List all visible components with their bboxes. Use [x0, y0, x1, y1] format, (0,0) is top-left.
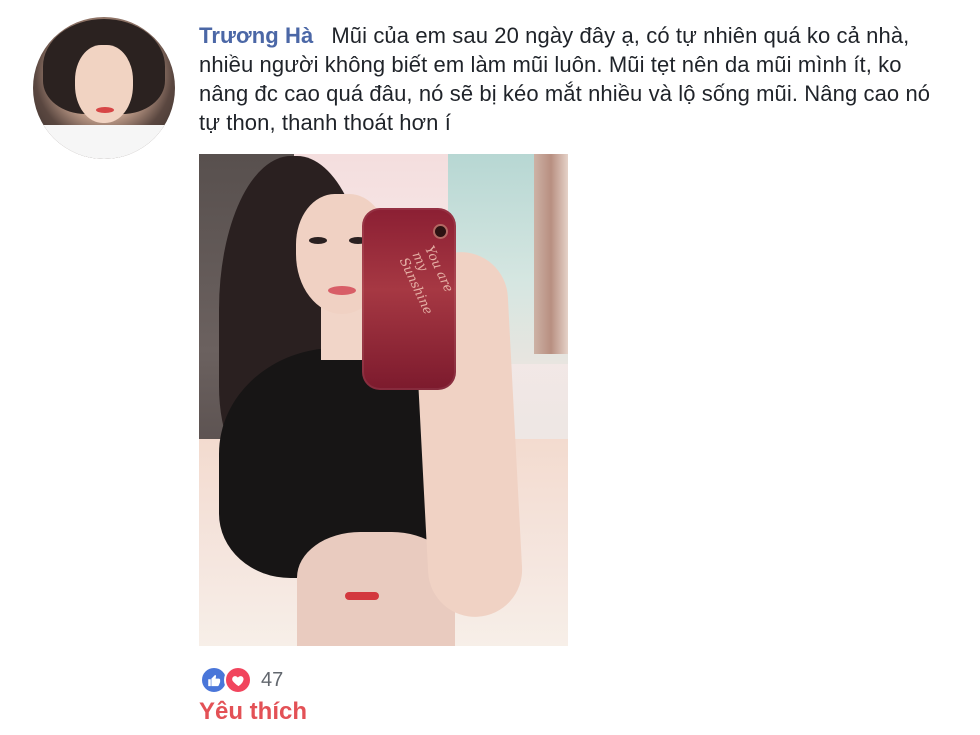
heart-icon [224, 666, 252, 694]
attached-photo[interactable]: You are my Sunshine [199, 154, 568, 646]
bracelet [345, 592, 379, 600]
author-avatar[interactable] [33, 17, 175, 159]
reaction-count: 47 [261, 669, 284, 691]
avatar-shirt [33, 125, 175, 159]
person-lips [328, 286, 356, 295]
photo-pillar [534, 154, 568, 354]
comment-body: Trương Hà Mũi của em sau 20 ngày đây ạ, c… [199, 21, 954, 137]
phone-camera [435, 226, 446, 237]
person-eye-left [309, 237, 327, 244]
avatar-lips [96, 107, 114, 113]
reaction-summary[interactable]: 47 [200, 666, 283, 694]
love-reaction-button[interactable]: Yêu thích [199, 698, 307, 726]
author-name[interactable]: Trương Hà [199, 23, 313, 48]
